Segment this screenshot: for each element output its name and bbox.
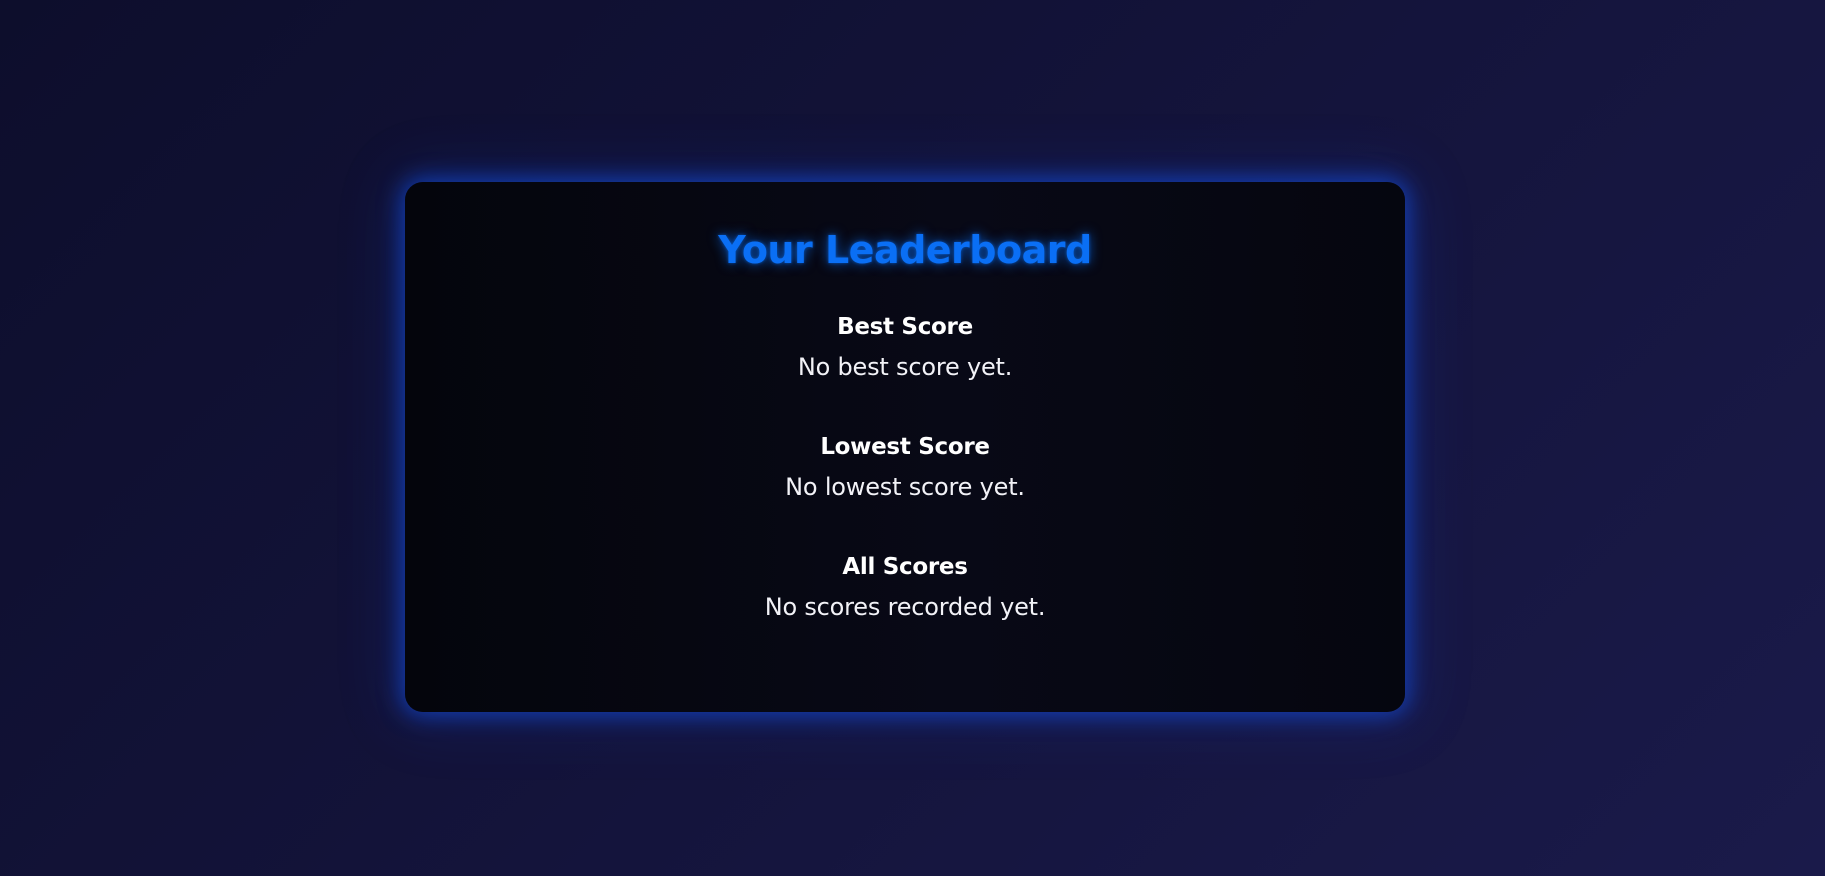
lowest-score-section: Lowest Score No lowest score yet. (405, 434, 1405, 501)
best-score-value: No best score yet. (797, 353, 1013, 381)
best-score-heading: Best Score (837, 314, 973, 340)
best-score-section: Best Score No best score yet. (405, 314, 1405, 381)
leaderboard-card: Your Leaderboard Best Score No best scor… (405, 182, 1405, 712)
lowest-score-value: No lowest score yet. (785, 473, 1025, 501)
page-background: { "leaderboard": { "title": "Your Leader… (0, 0, 1825, 876)
all-scores-heading: All Scores (842, 554, 968, 580)
lowest-score-heading: Lowest Score (820, 434, 990, 460)
all-scores-section: All Scores No scores recorded yet. (405, 554, 1405, 621)
leaderboard-title: Your Leaderboard (718, 228, 1092, 272)
all-scores-list: No scores recorded yet. (764, 593, 1046, 621)
